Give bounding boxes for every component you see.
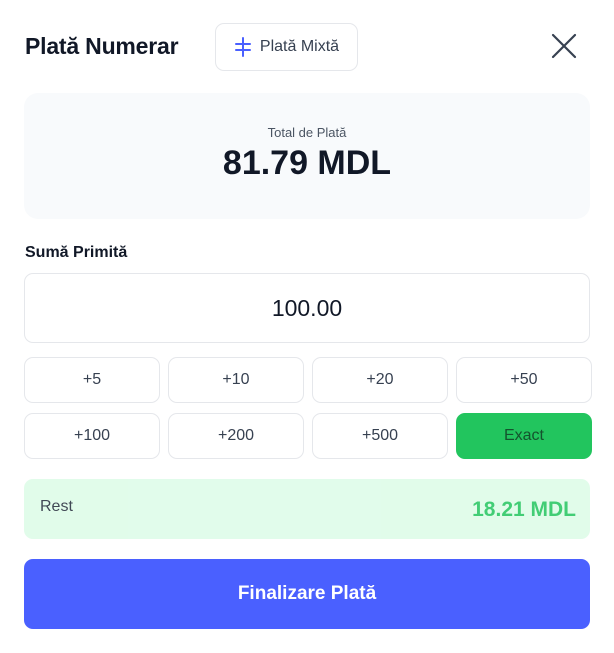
mixed-payment-button[interactable]: Plată Mixtă <box>215 23 358 71</box>
close-icon <box>551 33 577 64</box>
quick-amount-button-5[interactable]: +5 <box>24 357 160 403</box>
total-card: Total de Plată 81.79 MDL <box>24 93 590 219</box>
cash-payment-dialog: Plată Numerar Plată Mixtă Total de Plată <box>0 0 614 653</box>
dialog-title: Plată Numerar <box>25 33 179 59</box>
finalize-payment-button[interactable]: Finalizare Plată <box>24 559 590 629</box>
quick-amount-button-10[interactable]: +10 <box>168 357 304 403</box>
exact-amount-button[interactable]: Exact <box>456 413 592 459</box>
mixed-payment-label: Plată Mixtă <box>259 38 340 55</box>
quick-amount-button-200[interactable]: +200 <box>168 413 304 459</box>
change-label: Rest <box>40 498 73 515</box>
change-amount: 18.21 MDL <box>472 498 576 521</box>
quick-amount-grid: +5 +10 +20 +50 +100 +200 +500 Exact <box>24 357 592 459</box>
total-label: Total de Plată <box>267 125 347 140</box>
quick-amount-button-50[interactable]: +50 <box>456 357 592 403</box>
received-amount-label: Sumă Primită <box>25 244 128 261</box>
close-button[interactable] <box>548 32 580 64</box>
split-icon <box>234 36 252 58</box>
received-amount-input[interactable] <box>24 273 590 343</box>
quick-amount-button-20[interactable]: +20 <box>312 357 448 403</box>
total-amount: 81.79 MDL <box>222 144 392 182</box>
quick-amount-button-100[interactable]: +100 <box>24 413 160 459</box>
quick-amount-button-500[interactable]: +500 <box>312 413 448 459</box>
change-row: Rest 18.21 MDL <box>24 479 590 539</box>
dialog-header: Plată Numerar Plată Mixtă <box>0 0 614 96</box>
